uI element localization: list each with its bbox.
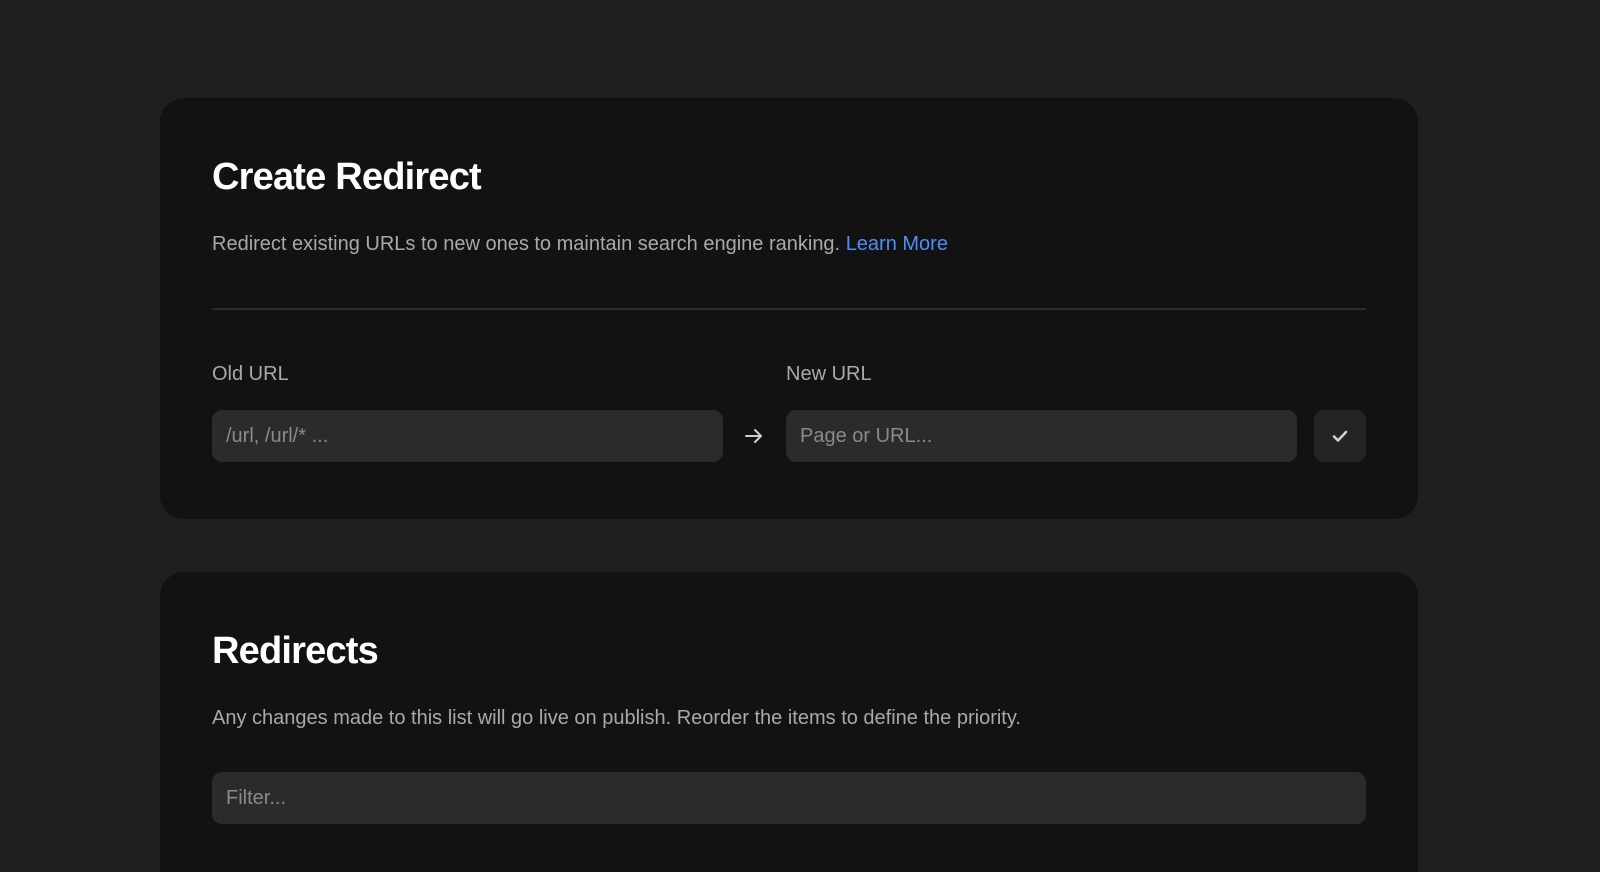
learn-more-link[interactable]: Learn More bbox=[846, 233, 948, 255]
redirects-description: Any changes made to this list will go li… bbox=[212, 707, 1021, 729]
redirects-title: Redirects bbox=[212, 630, 379, 672]
new-url-input[interactable] bbox=[786, 410, 1297, 462]
check-icon bbox=[1332, 430, 1348, 442]
add-redirect-button[interactable] bbox=[1314, 410, 1366, 462]
create-redirect-title: Create Redirect bbox=[212, 156, 482, 198]
old-url-input[interactable] bbox=[212, 410, 723, 462]
redirects-card: Redirects Any changes made to this list … bbox=[160, 572, 1418, 872]
redirect-form-row: Old URL New URL bbox=[212, 362, 1366, 462]
new-url-label: New URL bbox=[786, 363, 872, 385]
redirects-settings-page: Create Redirect Redirect existing URLs t… bbox=[0, 0, 1600, 872]
old-url-label: Old URL bbox=[212, 363, 289, 385]
section-divider bbox=[212, 308, 1366, 310]
filter-input[interactable] bbox=[212, 772, 1366, 824]
create-redirect-description-text: Redirect existing URLs to new ones to ma… bbox=[212, 233, 841, 255]
create-redirect-card: Create Redirect Redirect existing URLs t… bbox=[160, 98, 1418, 519]
create-redirect-description: Redirect existing URLs to new ones to ma… bbox=[212, 232, 1366, 256]
arrow-right-icon bbox=[745, 429, 762, 443]
